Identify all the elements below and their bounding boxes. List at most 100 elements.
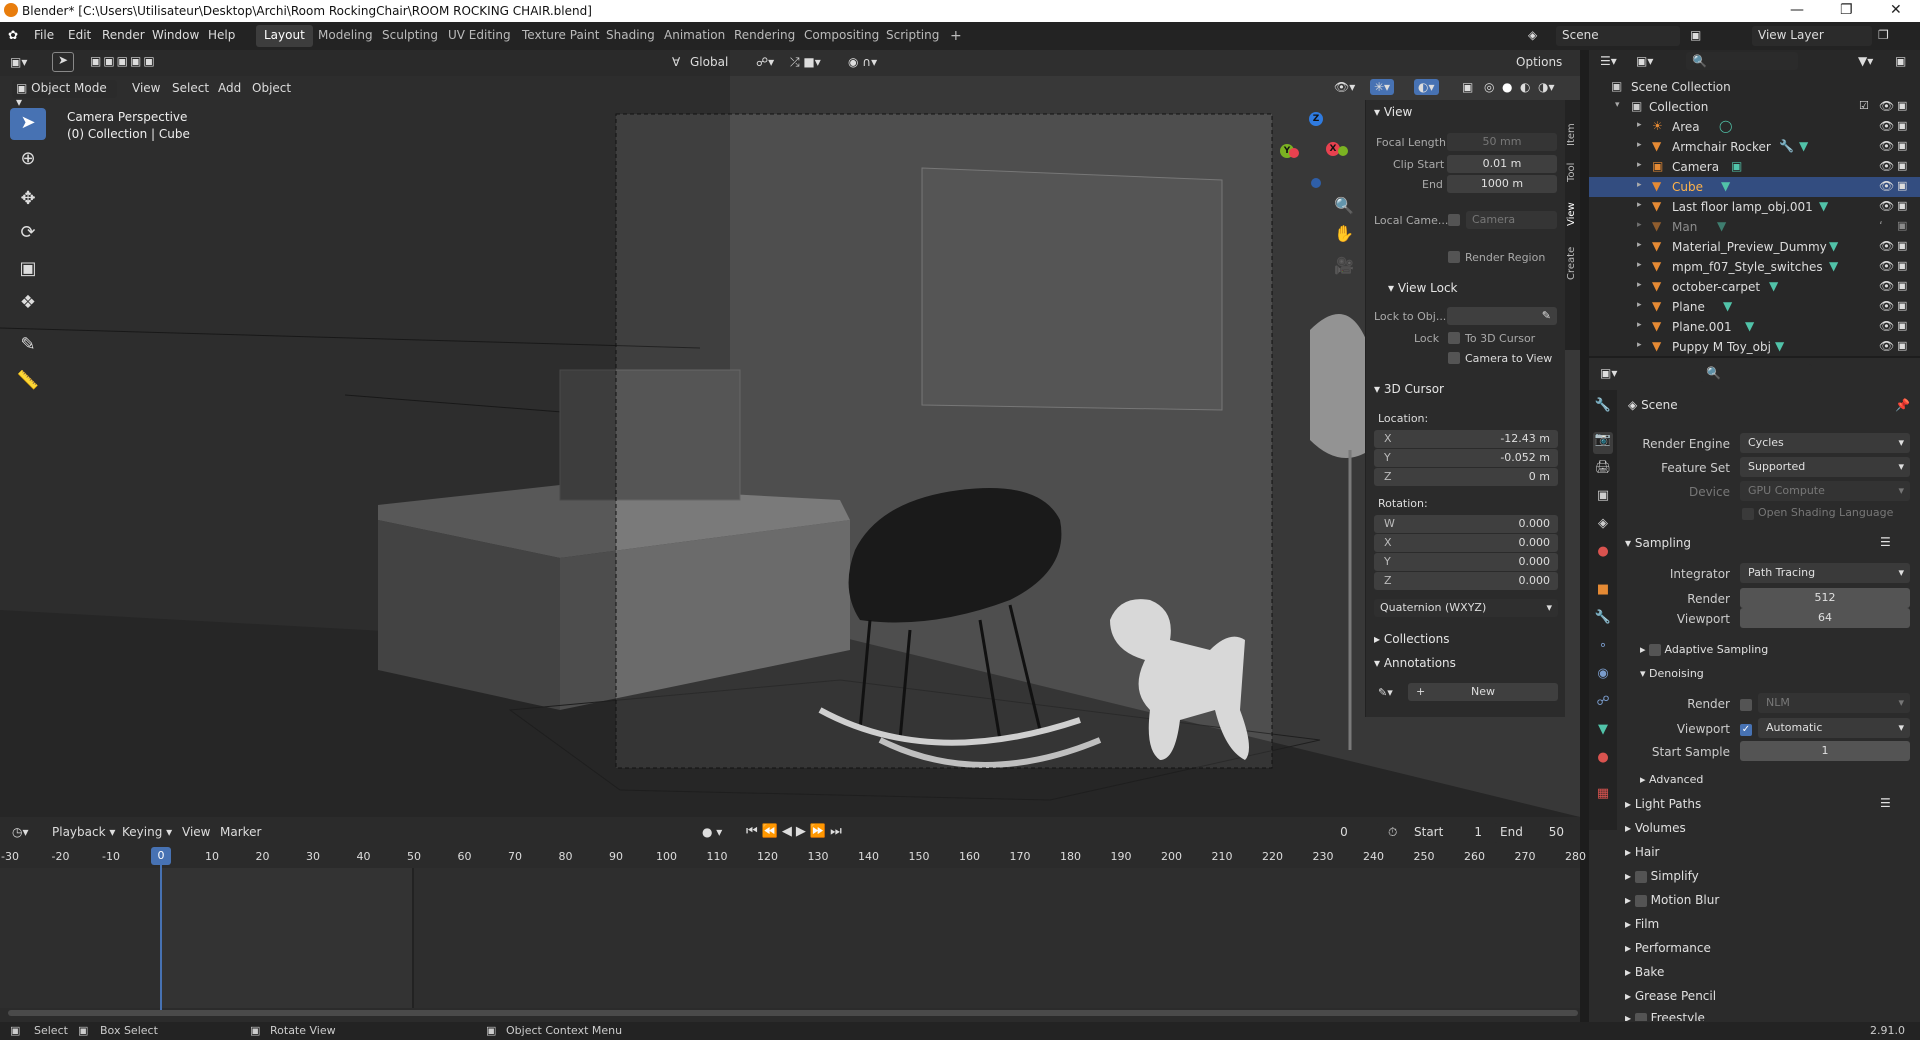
record-icon[interactable]: ● ▾	[702, 825, 722, 839]
presets-list-icon[interactable]: ☰	[1880, 796, 1891, 810]
view-layer-selector[interactable]: View Layer	[1752, 26, 1872, 46]
outliner-item-armchair-rocker[interactable]: ▸ ▼ Armchair Rocker 🔧 ▼ 👁 ▣	[1589, 137, 1920, 157]
tab-view[interactable]: View	[1566, 196, 1580, 226]
properties-search-input[interactable]: 🔍	[1700, 364, 1812, 382]
solid-shading-icon[interactable]: ●	[1502, 80, 1512, 94]
tab-uv-editing[interactable]: UV Editing	[440, 25, 519, 47]
outliner-item-october-carpet[interactable]: ▸ ▼ october-carpet ▼ 👁 ▣	[1589, 277, 1920, 297]
simplify-header[interactable]: ▸ Simplify	[1625, 869, 1699, 883]
focal-length-field[interactable]: 50 mm	[1447, 133, 1557, 151]
timeline-scrollbar[interactable]	[8, 1010, 1578, 1016]
outliner-search-input[interactable]: 🔍	[1686, 52, 1798, 70]
gizmo-z-axis[interactable]: Z	[1309, 112, 1323, 126]
sampling-header[interactable]: ▾ Sampling	[1625, 536, 1691, 550]
outliner-editor-type-icon[interactable]: ☰▾	[1600, 54, 1617, 68]
close-icon[interactable]: ✕	[1890, 2, 1902, 18]
clip-start-field[interactable]: 0.01 m	[1447, 155, 1557, 173]
camera-to-view-checkbox[interactable]	[1448, 352, 1460, 364]
view-panel-header[interactable]: ▾ View	[1374, 105, 1412, 119]
scene-props-icon[interactable]: ◈	[1593, 516, 1613, 538]
performance-header[interactable]: ▸ Performance	[1625, 941, 1711, 955]
menu-playback[interactable]: Playback ▾	[52, 825, 115, 839]
scene-browse-icon[interactable]: ◈	[1528, 28, 1537, 42]
cursor-rotation-x[interactable]: X 0.000	[1374, 534, 1558, 552]
menu-window[interactable]: Window	[152, 28, 199, 42]
zoom-icon[interactable]: 🔍	[1334, 196, 1354, 215]
adaptive-sampling-header[interactable]: ▸ Adaptive Sampling	[1640, 643, 1768, 656]
volumes-header[interactable]: ▸ Volumes	[1625, 821, 1686, 835]
menu-add[interactable]: Add	[218, 81, 241, 95]
wireframe-shading-icon[interactable]: ◎	[1484, 80, 1494, 94]
new-annotation-button[interactable]: + New	[1408, 683, 1558, 701]
menu-help[interactable]: Help	[208, 28, 235, 42]
cursor-rotation-y[interactable]: Y 0.000	[1374, 553, 1558, 571]
gizmo-toggle-icon[interactable]: ✳▾	[1370, 79, 1395, 95]
timeline-body[interactable]	[0, 868, 1580, 1008]
outliner-item-plane-001[interactable]: ▸ ▼ Plane.001 ▼ 👁 ▣	[1589, 317, 1920, 337]
cursor-rotation-z[interactable]: Z 0.000	[1374, 572, 1558, 590]
filter-icon[interactable]: ▼▾	[1858, 54, 1873, 68]
scale-tool-icon[interactable]: ▣	[10, 254, 46, 286]
timeline-editor-type-icon[interactable]: ◷▾	[12, 825, 29, 839]
editor-type-icon[interactable]: ▣▾	[10, 55, 27, 69]
overlay-toggle-icon[interactable]: ◐▾	[1414, 79, 1439, 95]
properties-editor-type-icon[interactable]: ▣▾	[1600, 366, 1617, 380]
maximize-icon[interactable]: ❐	[1840, 2, 1853, 18]
timeline-ruler[interactable]	[0, 848, 1580, 868]
denoise-render-selector[interactable]: NLM ▾	[1758, 693, 1910, 713]
pin-icon[interactable]: 📌	[1895, 398, 1910, 412]
lock-3d-cursor-checkbox[interactable]	[1448, 332, 1460, 344]
scene-collection-row[interactable]: ▣ Scene Collection	[1589, 77, 1920, 97]
particles-props-icon[interactable]: ∘	[1593, 638, 1613, 660]
menu-select[interactable]: Select	[172, 81, 209, 95]
menu-file[interactable]: File	[34, 28, 54, 42]
physics-props-icon[interactable]: ◉	[1593, 666, 1613, 688]
orientation-selector[interactable]: Global	[690, 55, 728, 69]
denoise-viewport-checkbox[interactable]: ✓	[1740, 724, 1752, 736]
tab-animation[interactable]: Animation	[656, 25, 733, 47]
hair-header[interactable]: ▸ Hair	[1625, 845, 1660, 859]
gizmo-neg-z[interactable]	[1311, 178, 1321, 188]
measure-tool-icon[interactable]: 📏	[10, 366, 46, 398]
texture-props-icon[interactable]: ▦	[1593, 786, 1613, 808]
denoise-render-checkbox[interactable]	[1740, 699, 1752, 711]
current-frame-field[interactable]: 0	[1308, 823, 1380, 843]
outliner-item-camera[interactable]: ▸ ▣ Camera ▣ 👁 ▣	[1589, 157, 1920, 177]
outliner-item-material-preview[interactable]: ▸ ▼ Material_Preview_Dummy ▼ 👁 ▣	[1589, 237, 1920, 257]
freestyle-header[interactable]: ▸ Freestyle	[1625, 1011, 1705, 1021]
film-header[interactable]: ▸ Film	[1625, 917, 1659, 931]
tab-tool[interactable]: Tool	[1566, 154, 1580, 182]
start-sample-field[interactable]: 1	[1740, 741, 1910, 761]
annotation-layer-icon[interactable]: ✎▾	[1378, 686, 1393, 699]
local-camera-field[interactable]: Camera	[1466, 211, 1557, 229]
tool-props-icon[interactable]: 🔧	[1593, 398, 1613, 420]
options-dropdown[interactable]: Options	[1516, 55, 1562, 69]
denoising-header[interactable]: ▾ Denoising	[1640, 667, 1704, 680]
xray-icon[interactable]: ▣	[1462, 80, 1473, 94]
bake-header[interactable]: ▸ Bake	[1625, 965, 1664, 979]
tab-rendering[interactable]: Rendering	[726, 25, 803, 47]
outliner-item-man[interactable]: ▸ ▼ Man ▼ ‘▣	[1589, 217, 1920, 237]
tab-shading[interactable]: Shading	[598, 25, 663, 47]
menu-view[interactable]: View	[132, 81, 160, 95]
view-layer-icon[interactable]: ▣	[1690, 28, 1701, 42]
clip-end-field[interactable]: 1000 m	[1447, 175, 1557, 193]
view-layer-new-icon[interactable]: ❐	[1878, 28, 1889, 42]
cursor-location-x[interactable]: X -12.43 m	[1374, 430, 1558, 448]
osl-checkbox[interactable]	[1742, 508, 1754, 520]
world-props-icon[interactable]: ●	[1593, 544, 1613, 566]
menu-keying[interactable]: Keying ▾	[122, 825, 172, 839]
device-selector[interactable]: GPU Compute ▾	[1740, 481, 1910, 501]
blender-menu-icon[interactable]: ✿	[8, 28, 18, 42]
outliner-item-area[interactable]: ▸ ☀ Area ◯ 👁 ▣	[1589, 117, 1920, 137]
mode-selector[interactable]: ▣ Object Mode ▾	[12, 80, 117, 109]
pan-hand-icon[interactable]: ✋	[1334, 224, 1354, 243]
eyedropper-icon[interactable]: ✎	[1542, 309, 1551, 322]
render-region-checkbox[interactable]	[1448, 251, 1460, 263]
feature-set-selector[interactable]: Supported ▾	[1740, 457, 1910, 477]
menu-marker[interactable]: Marker	[220, 825, 261, 839]
render-engine-selector[interactable]: Cycles ▾	[1740, 433, 1910, 453]
menu-render[interactable]: Render	[102, 28, 145, 42]
move-tool-icon[interactable]: ✥	[10, 184, 46, 216]
tab-modeling[interactable]: Modeling	[310, 25, 381, 47]
